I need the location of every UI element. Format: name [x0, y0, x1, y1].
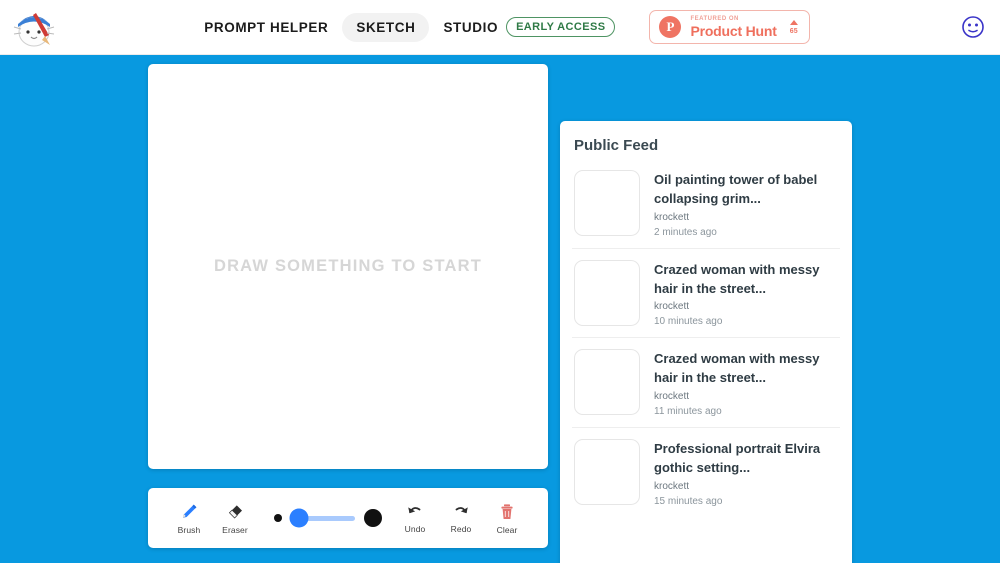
- feed-item-timestamp: 11 minutes ago: [654, 406, 722, 418]
- brush-size-slider[interactable]: [289, 508, 355, 528]
- product-hunt-badge[interactable]: P FEATURED ON Product Hunt 65: [649, 10, 810, 44]
- product-hunt-featured-label: FEATURED ON: [690, 16, 739, 22]
- eraser-tool-label: Eraser: [222, 524, 248, 535]
- product-hunt-logo-icon: P: [659, 16, 682, 38]
- product-hunt-upvote: 65: [789, 19, 798, 35]
- feed-item-meta: Oil painting tower of babel collapsing g…: [654, 170, 838, 238]
- feed-item-author: krockett: [654, 391, 690, 403]
- product-hunt-text: FEATURED ON Product Hunt: [690, 16, 776, 38]
- feed-item-title: Professional portrait Elvira gothic sett…: [654, 441, 821, 475]
- feed-item-title: Crazed woman with messy hair in the stre…: [654, 351, 820, 386]
- feed-item-meta: Crazed woman with messy hair in the stre…: [654, 260, 838, 328]
- feed-item-thumbnail[interactable]: [574, 170, 640, 236]
- brush-size-slider-thumb[interactable]: [289, 508, 309, 528]
- public-feed-title: Public Feed: [574, 137, 659, 154]
- drawing-canvas[interactable]: DRAW SOMETHING TO START: [148, 64, 548, 469]
- feed-item-meta: Crazed woman with messy hair in the stre…: [654, 349, 838, 417]
- feed-item-thumbnail[interactable]: [574, 439, 640, 506]
- feed-item-author: krockett: [654, 480, 690, 492]
- nav-item-studio[interactable]: STUDIO EARLY ACCESS: [429, 10, 625, 44]
- canvas-placeholder-text: DRAW SOMETHING TO START: [213, 257, 483, 275]
- smiley-face-avatar-icon[interactable]: [960, 14, 986, 40]
- brush-tool-label: Brush: [177, 524, 201, 535]
- list-item[interactable]: Oil painting tower of babel collapsing g…: [572, 168, 840, 248]
- brush-icon: [182, 504, 197, 518]
- app-body: DRAW SOMETHING TO START Brush Eraser Und…: [0, 55, 1000, 563]
- feed-item-meta: Professional portrait Elvira gothic sett…: [654, 439, 838, 507]
- trash-icon: [501, 503, 513, 519]
- feed-item-timestamp: 10 minutes ago: [654, 316, 723, 328]
- nav-item-sketch[interactable]: SKETCH: [342, 12, 430, 42]
- drawing-toolbar: Brush Eraser Undo Redo Clear: [148, 488, 548, 548]
- main-navigation: PROMPT HELPER SKETCH STUDIO EARLY ACCESS…: [0, 0, 1000, 54]
- nav-item-studio-label: STUDIO: [443, 19, 499, 35]
- public-feed-panel: Public Feed Oil painting tower of babel …: [560, 121, 852, 563]
- early-access-badge: EARLY ACCESS: [506, 17, 616, 37]
- list-item[interactable]: Crazed woman with messy hair in the stre…: [572, 247, 840, 338]
- feed-item-author: krockett: [654, 211, 690, 223]
- brush-size-min-icon: [274, 514, 282, 522]
- app-header: PROMPT HELPER SKETCH STUDIO EARLY ACCESS…: [0, 0, 1000, 55]
- clear-label: Clear: [496, 524, 518, 535]
- eraser-tool-button[interactable]: Eraser: [212, 502, 258, 535]
- feed-item-title: Crazed woman with messy hair in the stre…: [654, 261, 820, 296]
- feed-item-thumbnail[interactable]: [574, 259, 640, 326]
- brush-tool-button[interactable]: Brush: [166, 502, 212, 535]
- feed-item-title: Oil painting tower of babel collapsing g…: [654, 172, 818, 206]
- redo-icon: [455, 506, 468, 513]
- feed-item-author: krockett: [654, 301, 690, 313]
- brush-size-max-icon: [364, 509, 382, 527]
- upvote-arrow-icon: [789, 19, 798, 25]
- redo-label: Redo: [450, 523, 472, 534]
- feed-item-timestamp: 15 minutes ago: [654, 495, 723, 507]
- list-item[interactable]: Professional portrait Elvira gothic sett…: [572, 427, 840, 517]
- product-hunt-name: Product Hunt: [690, 23, 777, 39]
- brush-size-control: [274, 508, 382, 528]
- eraser-icon: [228, 504, 242, 518]
- undo-icon: [408, 506, 421, 513]
- list-item[interactable]: Crazed woman with messy hair in the stre…: [572, 337, 840, 427]
- product-hunt-upvote-count: 65: [789, 27, 798, 35]
- undo-button[interactable]: Undo: [392, 503, 438, 534]
- redo-button[interactable]: Redo: [438, 503, 484, 534]
- clear-canvas-button[interactable]: Clear: [484, 502, 530, 535]
- nav-item-prompt-helper[interactable]: PROMPT HELPER: [190, 13, 342, 42]
- canvas-column: DRAW SOMETHING TO START Brush Eraser Und…: [148, 64, 548, 563]
- undo-label: Undo: [404, 523, 426, 534]
- feed-item-timestamp: 2 minutes ago: [654, 226, 717, 238]
- feed-item-thumbnail[interactable]: [574, 349, 640, 416]
